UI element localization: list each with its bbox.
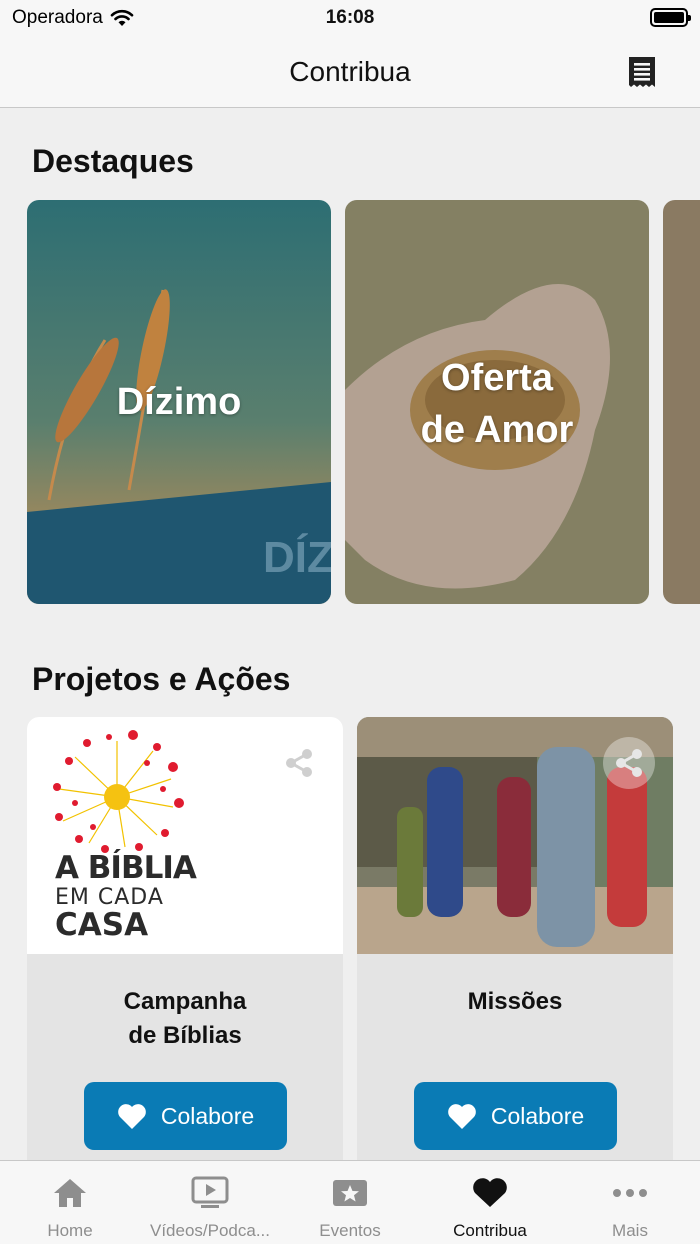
receipt-icon xyxy=(629,57,655,87)
receipt-button[interactable] xyxy=(628,56,656,88)
colabore-button[interactable]: Colabore xyxy=(84,1082,287,1150)
battery-icon xyxy=(650,8,691,27)
project-title-biblias: Campanha de Bíblias xyxy=(123,988,247,1049)
status-time: 16:08 xyxy=(325,7,375,28)
tab-contribua[interactable]: Contribua xyxy=(420,1161,560,1244)
share-icon xyxy=(286,749,312,777)
heart-icon xyxy=(448,1104,476,1129)
colabore-label: Colabore xyxy=(160,1102,255,1129)
dizimo-card[interactable]: DÍZI Dízimo xyxy=(27,200,331,604)
oferta-card[interactable]: Oferta de Amor xyxy=(345,200,649,604)
colabore-button[interactable]: Colabore xyxy=(414,1082,617,1150)
more-icon xyxy=(610,1175,650,1211)
tab-home-label: Home xyxy=(47,1221,93,1240)
tab-videos[interactable]: Vídeos/Podca... xyxy=(140,1161,280,1244)
tab-bar: Home Vídeos/Podca... Eventos Contribua M… xyxy=(0,1160,700,1244)
share-button[interactable] xyxy=(273,737,325,789)
project-card-biblias[interactable]: A BÍBLIA EM CADA CASA Campanha de Bíblia… xyxy=(27,717,343,1160)
heart-icon xyxy=(118,1104,146,1129)
logo-text-1: A BÍBLIA xyxy=(55,850,197,886)
dizimo-label: Dízimo xyxy=(116,381,242,423)
project-card-missoes[interactable]: Missões Colabore xyxy=(357,717,673,1160)
oferta-label: Oferta de Amor xyxy=(420,357,574,451)
home-icon xyxy=(50,1175,90,1211)
colabore-label: Colabore xyxy=(490,1102,585,1129)
video-icon xyxy=(190,1175,230,1211)
projects-title: Projetos e Ações xyxy=(32,661,291,697)
sunburst-logo xyxy=(53,730,184,853)
highlights-title: Destaques xyxy=(32,143,194,179)
tab-eventos-label: Eventos xyxy=(319,1221,381,1240)
share-button[interactable] xyxy=(603,737,655,789)
tab-eventos[interactable]: Eventos xyxy=(280,1161,420,1244)
share-icon xyxy=(616,749,642,777)
page-title: Contribua xyxy=(289,56,411,87)
missoes-image xyxy=(357,717,673,954)
highlight-card-partial[interactable] xyxy=(663,200,700,604)
star-ticket-icon xyxy=(330,1175,370,1211)
tab-videos-label: Vídeos/Podca... xyxy=(149,1221,271,1240)
tab-mais-label: Mais xyxy=(612,1221,648,1240)
tab-mais[interactable]: Mais xyxy=(560,1161,700,1244)
navigation-bar: Contribua xyxy=(0,36,700,108)
project-title-missoes: Missões xyxy=(467,988,563,1015)
tab-home[interactable]: Home xyxy=(0,1161,140,1244)
heart-icon xyxy=(470,1175,510,1211)
tab-contribua-label: Contribua xyxy=(453,1221,527,1240)
status-bar: Operadora 16:08 xyxy=(0,0,700,36)
logo-text-2: EM CADA xyxy=(55,885,164,910)
dizimo-watermark: DÍZI xyxy=(263,532,331,582)
logo-text-3: CASA xyxy=(55,907,149,943)
content-scroll[interactable]: Destaques DÍZI Dízimo xyxy=(0,109,700,1160)
biblias-logo: A BÍBLIA EM CADA CASA xyxy=(27,717,343,954)
